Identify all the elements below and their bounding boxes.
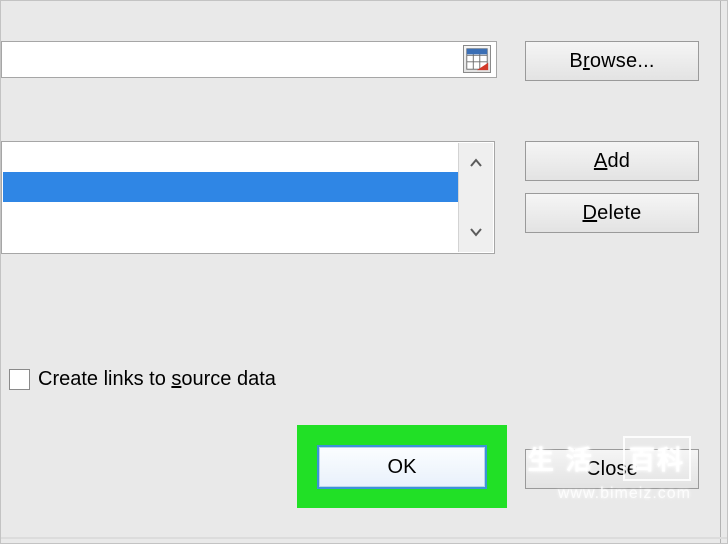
dialog-window: Browse... Add Delete Create links to sou… — [0, 0, 728, 544]
create-links-label-u: s — [171, 368, 181, 390]
scrollbar[interactable] — [458, 143, 493, 252]
add-label-post: dd — [607, 150, 630, 172]
listbox-items — [2, 142, 494, 253]
window-bottom-edge — [1, 537, 727, 539]
create-links-label: Create links to source data — [38, 368, 276, 391]
scroll-up-button[interactable] — [459, 143, 493, 183]
delete-button[interactable]: Delete — [525, 193, 699, 233]
spreadsheet-icon — [464, 46, 490, 72]
delete-label-post: elete — [597, 202, 641, 224]
list-item[interactable] — [3, 172, 459, 202]
range-picker-button[interactable] — [463, 45, 491, 73]
add-label-u: A — [594, 150, 608, 172]
scroll-down-button[interactable] — [459, 212, 493, 252]
ok-button[interactable]: OK — [319, 447, 485, 487]
create-links-label-post: ource data — [181, 368, 276, 390]
reference-input[interactable] — [1, 41, 497, 78]
add-button[interactable]: Add — [525, 141, 699, 181]
browse-label-post: owse... — [590, 50, 655, 72]
browse-label-pre: B — [569, 50, 583, 72]
create-links-row: Create links to source data — [9, 368, 276, 391]
create-links-checkbox[interactable] — [9, 369, 30, 390]
references-listbox[interactable] — [1, 141, 495, 254]
chevron-down-icon — [468, 224, 484, 240]
create-links-label-pre: Create links to — [38, 368, 171, 390]
window-right-edge — [720, 1, 727, 543]
chevron-up-icon — [468, 155, 484, 171]
browse-button[interactable]: Browse... — [525, 41, 699, 81]
browse-label-u: r — [583, 50, 590, 72]
delete-label-u: D — [582, 202, 597, 224]
close-button[interactable]: Close — [525, 449, 699, 489]
